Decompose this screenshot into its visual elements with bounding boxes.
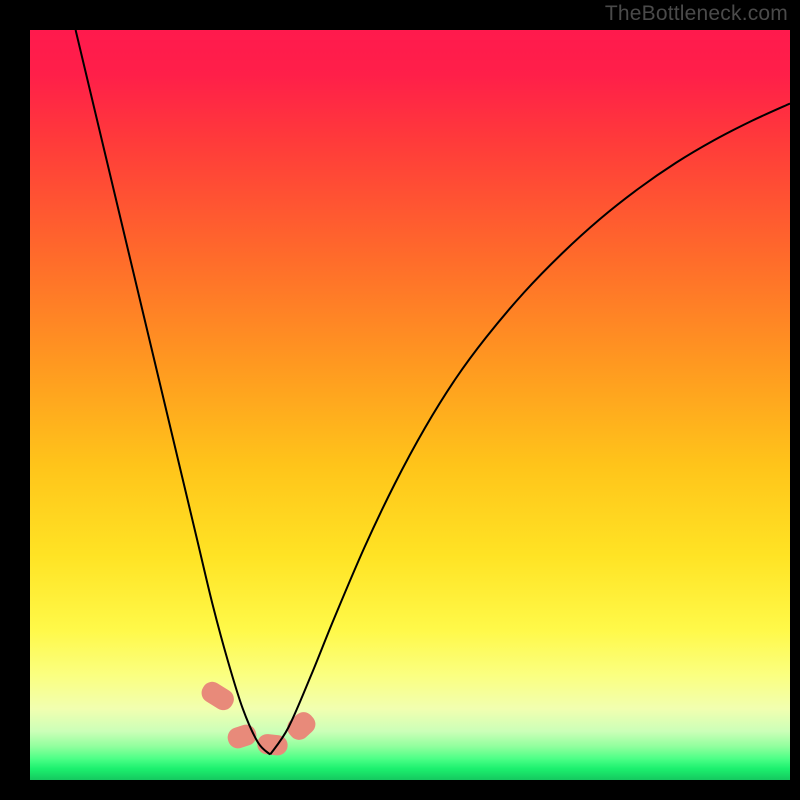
plot-area — [30, 30, 790, 780]
chart-frame: TheBottleneck.com — [0, 0, 800, 800]
chart-svg — [30, 30, 790, 780]
watermark-text: TheBottleneck.com — [605, 2, 788, 26]
gradient-background — [30, 30, 790, 780]
